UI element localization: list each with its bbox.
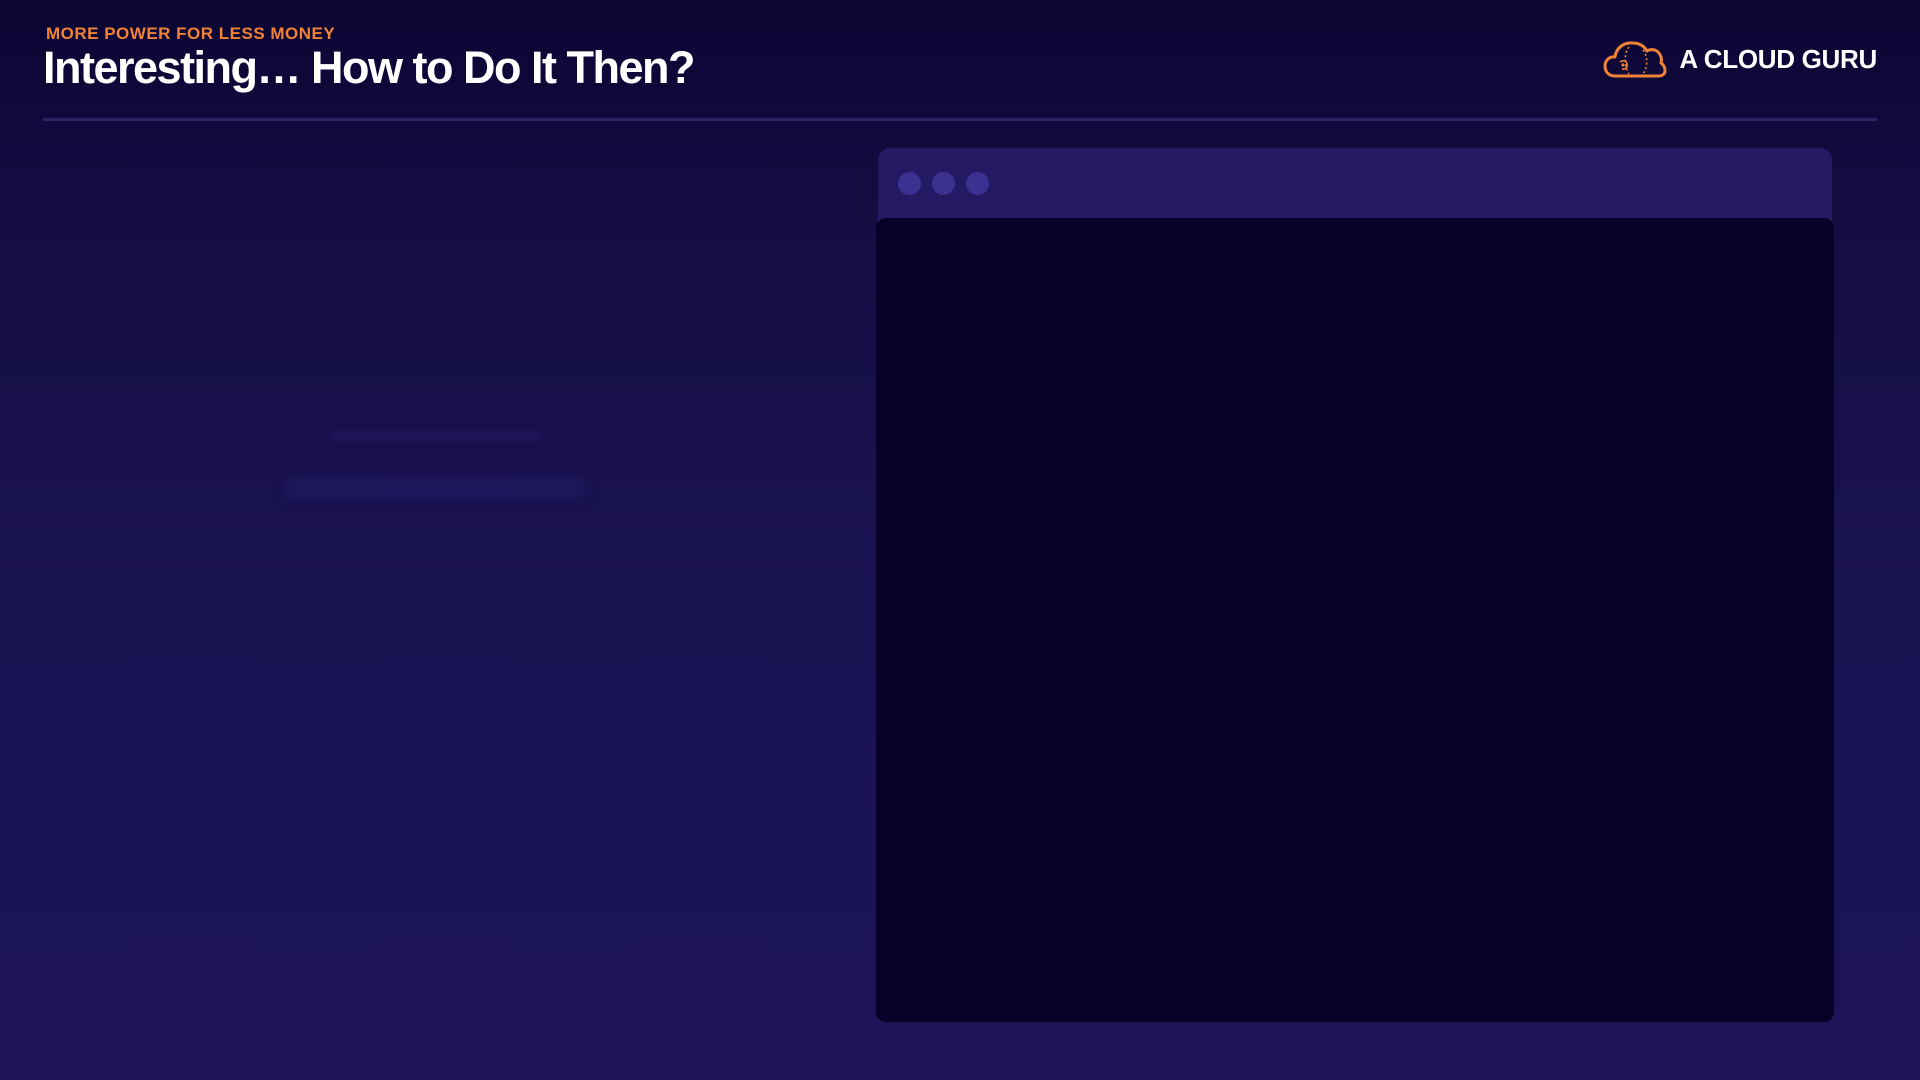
slide-title: Interesting… How to Do It Then? — [43, 42, 695, 93]
faded-content — [180, 380, 700, 510]
window-close-dot[interactable] — [898, 172, 921, 195]
faded-line — [285, 478, 585, 498]
brand-lockup: A CLOUD GURU — [1603, 36, 1877, 82]
brand-name: A CLOUD GURU — [1679, 43, 1877, 74]
faded-line — [330, 432, 540, 440]
window-titlebar — [878, 148, 1832, 228]
header-divider — [43, 118, 1877, 121]
window-maximize-dot[interactable] — [966, 172, 989, 195]
window-minimize-dot[interactable] — [932, 172, 955, 195]
window-content-area — [876, 218, 1834, 1022]
cloud-logo-icon — [1603, 41, 1667, 78]
